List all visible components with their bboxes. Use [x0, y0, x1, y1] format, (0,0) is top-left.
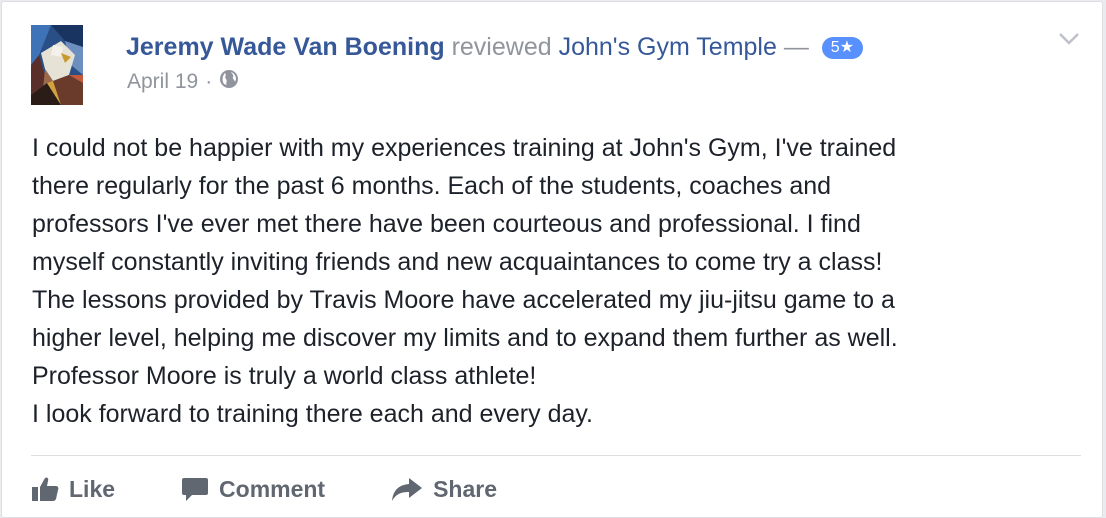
chevron-down-icon[interactable] — [1058, 32, 1080, 46]
header-dash: — — [783, 33, 809, 61]
comment-label: Comment — [219, 475, 326, 502]
actions-divider — [31, 455, 1081, 456]
share-label: Share — [433, 475, 498, 502]
review-line: myself constantly inviting friends and n… — [32, 248, 883, 276]
author-name-link[interactable]: Jeremy Wade Van Boening — [126, 33, 445, 61]
comment-button[interactable]: Comment — [181, 476, 325, 503]
share-arrow-icon — [392, 478, 423, 501]
page-name-link[interactable]: John's Gym Temple — [559, 33, 777, 61]
globe-icon[interactable] — [219, 69, 239, 95]
post-meta: April 19 · — [127, 69, 239, 95]
thumbs-up-icon — [32, 477, 59, 501]
rating-badge: 5★ — [821, 37, 864, 59]
post-date-link[interactable]: April 19 — [127, 70, 198, 94]
review-line: higher level, helping me discover my lim… — [32, 324, 898, 352]
review-line: Professor Moore is truly a world class a… — [32, 362, 537, 390]
review-text: I could not be happier with my experienc… — [32, 129, 1082, 433]
comment-icon — [182, 478, 209, 501]
like-label: Like — [69, 475, 116, 502]
author-avatar[interactable] — [31, 25, 83, 105]
review-line: I look forward to training there each an… — [32, 400, 593, 428]
review-verb: reviewed — [451, 33, 552, 61]
action-bar: Like Comment Share — [31, 472, 563, 506]
review-line: I could not be happier with my experienc… — [32, 134, 897, 162]
meta-separator: · — [205, 70, 213, 93]
review-post-card: Jeremy Wade Van Boening reviewed John's … — [1, 1, 1103, 518]
avatar-image — [31, 25, 83, 105]
like-button[interactable]: Like — [31, 476, 115, 503]
review-line: there regularly for the past 6 months. E… — [32, 172, 832, 200]
share-button[interactable]: Share — [391, 476, 497, 503]
review-line: professors I've ever met there have been… — [32, 210, 861, 238]
review-line: The lessons provided by Travis Moore hav… — [32, 286, 895, 314]
post-header: Jeremy Wade Van Boening reviewed John's … — [126, 30, 864, 64]
